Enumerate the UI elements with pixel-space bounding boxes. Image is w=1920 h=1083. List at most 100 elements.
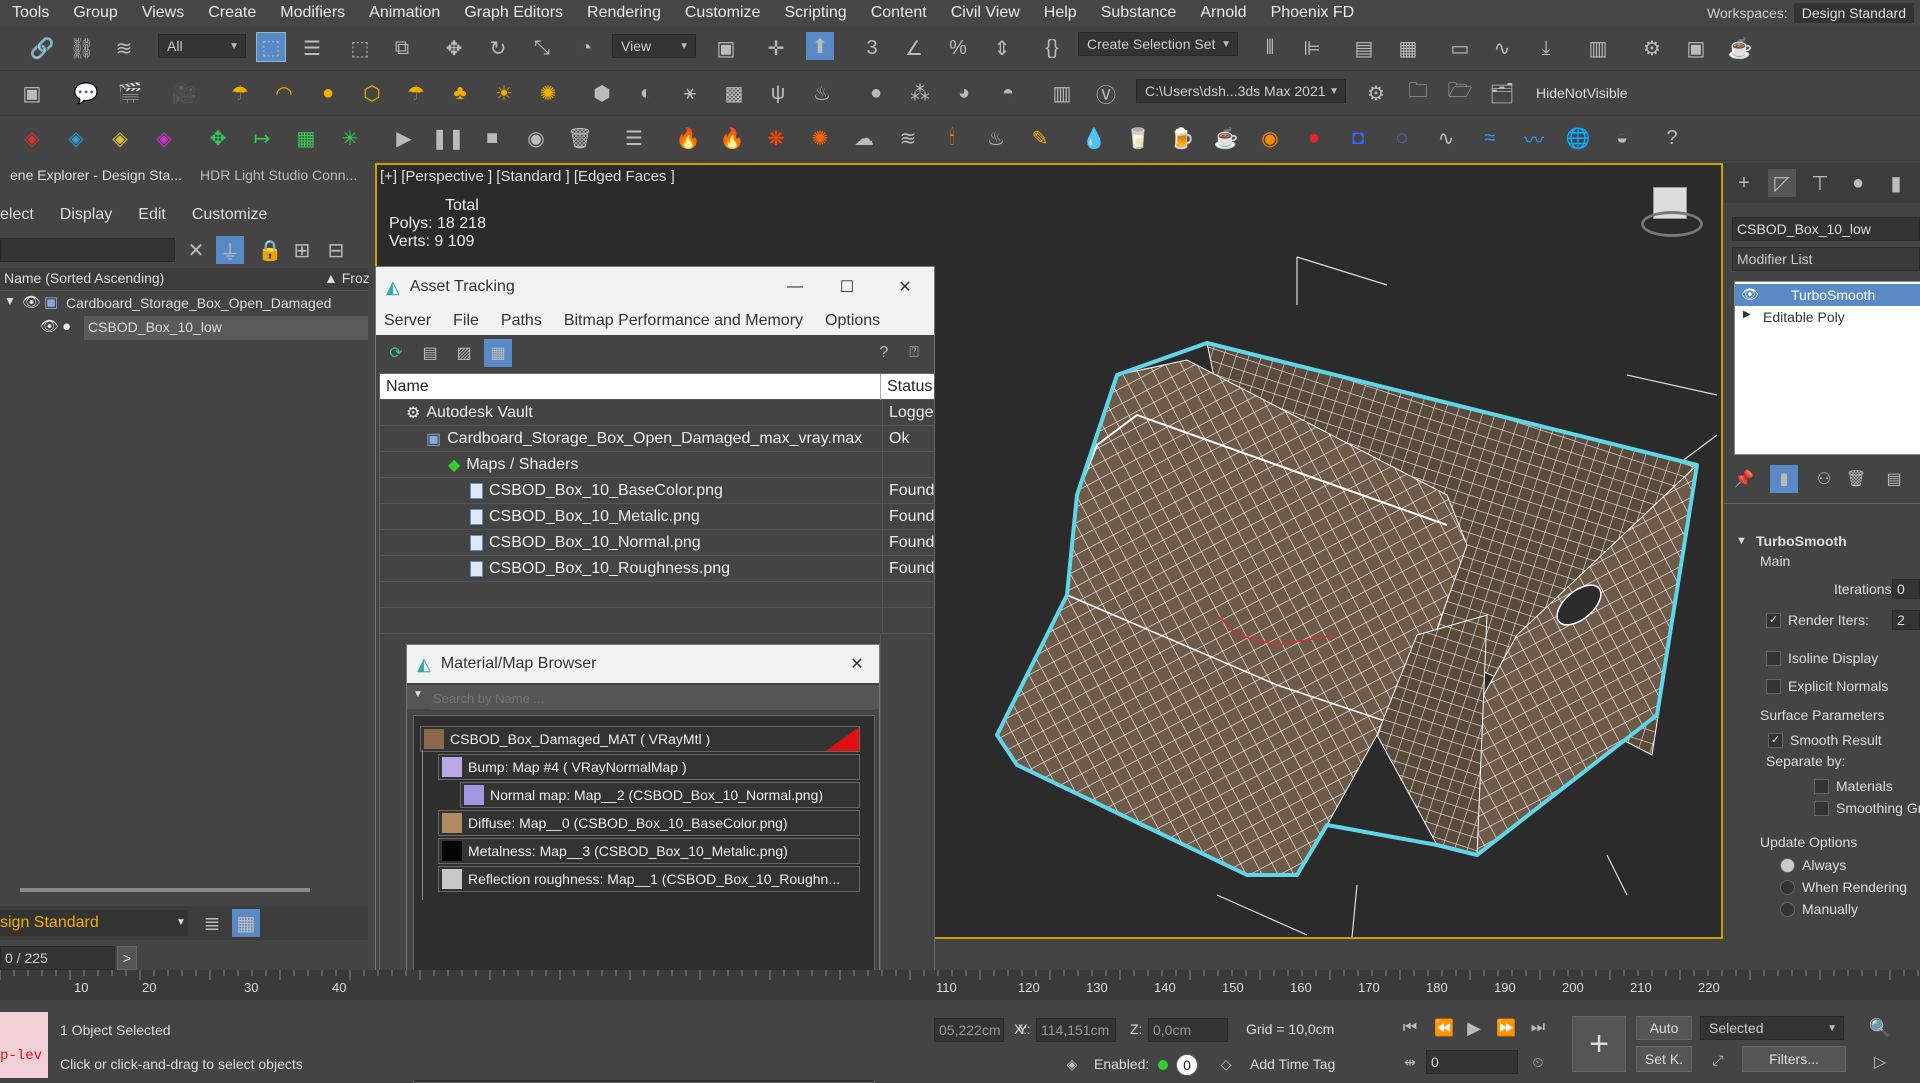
- flames-icon[interactable]: ❋: [762, 124, 790, 152]
- honey-icon[interactable]: ◉: [1256, 124, 1284, 152]
- chevron-down-icon[interactable]: ▼: [413, 689, 423, 700]
- layer-icon[interactable]: ⊟: [322, 236, 350, 264]
- wave-icon[interactable]: ∿: [1432, 124, 1460, 152]
- list-view-icon[interactable]: ▤: [416, 339, 444, 367]
- select-object-icon[interactable]: ⬚: [256, 32, 286, 62]
- viewcube-ring[interactable]: [1641, 211, 1703, 237]
- rotate-icon[interactable]: ↻: [484, 34, 512, 62]
- map-row[interactable]: Diffuse: Map__0 (CSBOD_Box_10_BaseColor.…: [438, 810, 860, 836]
- y-coord-field[interactable]: 114,151cm: [1036, 1018, 1116, 1042]
- close-icon[interactable]: ✕: [876, 277, 934, 297]
- play-icon[interactable]: ▶: [390, 124, 418, 152]
- volume-icon[interactable]: ♨: [808, 79, 836, 107]
- discharge-icon[interactable]: ↦: [248, 124, 276, 152]
- fire-source-icon[interactable]: ◈: [18, 124, 46, 152]
- pause-icon[interactable]: ❚❚: [431, 124, 465, 152]
- candle-icon[interactable]: 🕯: [938, 124, 966, 152]
- smoke-icon[interactable]: ☁: [850, 124, 878, 152]
- minimize-icon[interactable]: —: [772, 278, 818, 296]
- project-settings-icon[interactable]: ⚙: [1362, 79, 1390, 107]
- orbit-icon[interactable]: ▷: [1866, 1048, 1894, 1076]
- add-time-tag[interactable]: Add Time Tag: [1250, 1056, 1335, 1072]
- menu-bitmap-performance[interactable]: Bitmap Performance and Memory: [564, 312, 803, 330]
- explosion-icon[interactable]: ✺: [806, 124, 834, 152]
- ribbon-icon[interactable]: ▭: [1446, 34, 1474, 62]
- menu-group[interactable]: Group: [61, 4, 129, 22]
- curve-editor-icon[interactable]: ∿: [1488, 34, 1516, 62]
- bind-space-warp-icon[interactable]: ≋: [110, 34, 138, 62]
- sphere-light-icon[interactable]: ●: [314, 79, 342, 107]
- remove-modifier-icon[interactable]: 🗑: [1842, 465, 1870, 493]
- table-row[interactable]: CSBOD_Box_10_BaseColor.png Found: [380, 477, 934, 504]
- map-row[interactable]: Reflection roughness: Map__1 (CSBOD_Box_…: [438, 866, 860, 892]
- refresh-icon[interactable]: ⟳: [382, 339, 410, 367]
- scale-icon[interactable]: ⤡: [528, 34, 556, 62]
- menu-create[interactable]: Create: [196, 4, 268, 22]
- project-save-icon[interactable]: 🗂: [1488, 79, 1516, 107]
- render-iters-checkbox[interactable]: ✓: [1766, 613, 1781, 628]
- mtl-library-icon[interactable]: ◓: [994, 79, 1022, 107]
- edit-named-sets-icon[interactable]: {}: [1038, 34, 1066, 62]
- hide-not-visible-label[interactable]: HideNotVisible: [1536, 85, 1628, 101]
- bottle-icon[interactable]: ◘: [1344, 124, 1372, 152]
- map-row[interactable]: Metalness: Map__3 (CSBOD_Box_10_Metalic.…: [438, 838, 860, 864]
- move-icon[interactable]: ✥: [440, 34, 468, 62]
- menu-rendering[interactable]: Rendering: [575, 4, 673, 22]
- sky-icon[interactable]: ✺: [534, 79, 562, 107]
- menu-tools[interactable]: Tools: [0, 4, 61, 22]
- schematic-view-icon[interactable]: ⤓: [1532, 34, 1560, 62]
- motion-tab-icon[interactable]: ●: [1844, 169, 1872, 197]
- fur-icon[interactable]: ψ: [764, 79, 792, 107]
- table-row[interactable]: CSBOD_Box_10_Normal.png Found: [380, 529, 934, 556]
- menu-paths[interactable]: Paths: [501, 312, 542, 330]
- table-view-icon[interactable]: ▦: [484, 339, 512, 367]
- list-item[interactable]: ▼ 👁 ▣ Cardboard_Storage_Box_Open_Damaged: [0, 292, 368, 316]
- col-froz[interactable]: ▲ Froz: [324, 270, 370, 286]
- menu-server[interactable]: Server: [384, 312, 431, 330]
- menu-scripting[interactable]: Scripting: [772, 4, 858, 22]
- key-mode-icon[interactable]: ⇹: [1396, 1048, 1424, 1076]
- menu-help[interactable]: Help: [1032, 4, 1089, 22]
- horizontal-scrollbar[interactable]: [20, 888, 310, 892]
- materials-checkbox[interactable]: [1814, 779, 1829, 794]
- auto-key-button[interactable]: Auto: [1636, 1016, 1692, 1040]
- configure-sets-icon[interactable]: ▤: [1880, 465, 1908, 493]
- map-row[interactable]: Bump: Map #4 ( VRayNormalMap ): [438, 754, 860, 780]
- pool-icon[interactable]: ≈: [1476, 124, 1504, 152]
- material-search-input[interactable]: [431, 686, 875, 710]
- scene-search-input[interactable]: [0, 238, 175, 262]
- menu-modifiers[interactable]: Modifiers: [268, 4, 357, 22]
- menu-graph-editors[interactable]: Graph Editors: [452, 4, 575, 22]
- key-tangent-icon[interactable]: ⤢: [1704, 1046, 1732, 1074]
- clear-search-icon[interactable]: ✕: [182, 236, 210, 264]
- eye-icon[interactable]: 👁: [22, 293, 41, 311]
- play-animation-icon[interactable]: ▶: [1460, 1014, 1488, 1042]
- menu-substance[interactable]: Substance: [1089, 4, 1189, 22]
- project-open-icon[interactable]: 🗁: [1446, 79, 1474, 107]
- clipper-icon[interactable]: ▩: [720, 79, 748, 107]
- workspaces-dropdown[interactable]: Design Standard: [1793, 3, 1914, 23]
- ambient-light-icon[interactable]: ♣: [446, 79, 474, 107]
- menu-customize[interactable]: Customize: [673, 4, 773, 22]
- fire-icon[interactable]: 🔥: [674, 124, 702, 152]
- table-row[interactable]: ◆ Maps / Shaders: [380, 451, 934, 478]
- next-key-icon[interactable]: ⏩: [1492, 1014, 1520, 1042]
- menu-content[interactable]: Content: [859, 4, 939, 22]
- layers-icon[interactable]: ≣: [198, 909, 226, 937]
- update-rendering-radio[interactable]: [1780, 880, 1795, 895]
- modify-tab-icon[interactable]: ◸: [1768, 169, 1796, 197]
- burst-icon[interactable]: ✳: [336, 124, 364, 152]
- zoom-icon[interactable]: 🔍: [1866, 1014, 1894, 1042]
- current-frame-field[interactable]: 0: [1426, 1050, 1518, 1074]
- scene-explorer-toggle-icon[interactable]: ▦: [232, 909, 260, 937]
- expand-icon[interactable]: ▶: [1743, 309, 1751, 320]
- iterations-spinner[interactable]: 0: [1892, 579, 1920, 599]
- fire-smoke-icon[interactable]: 🔥: [718, 124, 746, 152]
- smooth-result-checkbox[interactable]: ✓: [1768, 733, 1783, 748]
- set-key-big-button[interactable]: +: [1572, 1016, 1626, 1072]
- table-row[interactable]: ▣ Cardboard_Storage_Box_Open_Damaged_max…: [380, 425, 934, 452]
- spinner-snap-icon[interactable]: ⇕: [988, 34, 1016, 62]
- go-to-start-icon[interactable]: ⏮: [1396, 1014, 1424, 1042]
- make-unique-icon[interactable]: ⚇: [1810, 465, 1838, 493]
- sun-icon[interactable]: ☀: [490, 79, 518, 107]
